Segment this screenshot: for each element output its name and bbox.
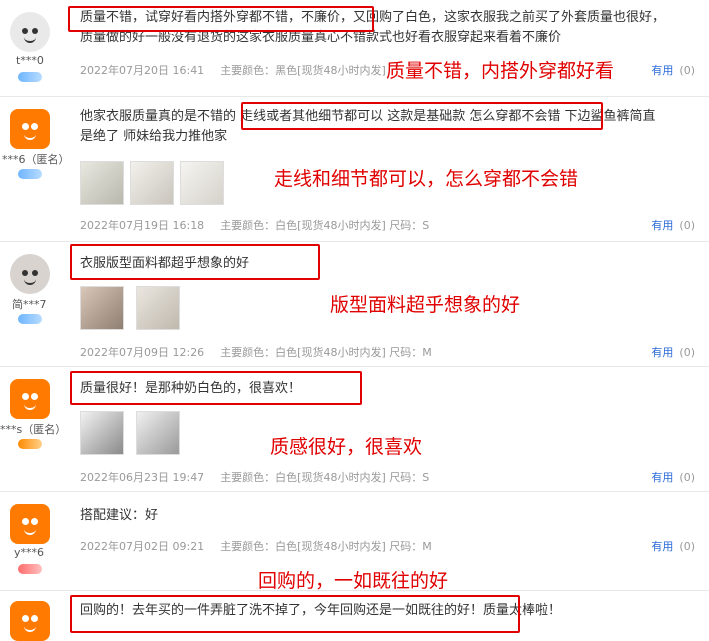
review-photo[interactable] — [130, 161, 174, 205]
purchase-spec: 主要颜色：白色[现货48小时内发] 尺码：M — [220, 540, 432, 553]
purchase-spec: 主要颜色：白色[现货48小时内发] 尺码：S — [220, 471, 430, 484]
annotation-text: 回购的，一如既往的好 — [258, 570, 449, 592]
purchase-spec: 主要颜色：黑色[现货48小时内发] — [220, 64, 386, 77]
highlight-box — [241, 102, 603, 130]
review-meta: 2022年07月02日 09:21 主要颜色：白色[现货48小时内发] 尺码：M — [80, 538, 448, 554]
member-level-icon — [18, 564, 42, 574]
review-date: 2022年06月23日 19:47 — [80, 471, 205, 484]
member-level-icon — [18, 314, 42, 324]
review-date: 2022年07月02日 09:21 — [80, 540, 205, 553]
review-date: 2022年07月20日 16:41 — [80, 64, 205, 77]
username[interactable]: 简***7 — [12, 296, 47, 312]
highlight-box — [70, 244, 320, 280]
review-date: 2022年07月19日 16:18 — [80, 219, 205, 232]
user-avatar[interactable] — [10, 254, 50, 294]
review-photo[interactable] — [80, 161, 124, 205]
user-avatar[interactable] — [10, 601, 50, 641]
user-avatar[interactable] — [10, 379, 50, 419]
username[interactable]: ***6（匿名） — [2, 151, 70, 167]
review-meta: 2022年06月23日 19:47 主要颜色：白色[现货48小时内发] 尺码：S — [80, 469, 445, 485]
useful-button[interactable]: 有用 (0) — [651, 62, 695, 78]
useful-button[interactable]: 有用 (0) — [651, 469, 695, 485]
review-text: 搭配建议：好 — [80, 508, 159, 523]
member-level-icon — [18, 72, 42, 82]
useful-button[interactable]: 有用 (0) — [651, 217, 695, 233]
review-photo[interactable] — [180, 161, 224, 205]
review-meta: 2022年07月20日 16:41 主要颜色：黑色[现货48小时内发] — [80, 62, 402, 78]
highlight-box — [68, 6, 374, 32]
review-meta: 2022年07月19日 16:18 主要颜色：白色[现货48小时内发] 尺码：S — [80, 217, 445, 233]
username[interactable]: t***0 — [16, 54, 44, 67]
review-photo[interactable] — [136, 411, 180, 455]
purchase-spec: 主要颜色：白色[现货48小时内发] 尺码：M — [220, 346, 432, 359]
username[interactable]: y***6 — [14, 546, 44, 559]
highlight-box — [70, 371, 362, 405]
member-level-icon — [18, 169, 42, 179]
user-avatar[interactable] — [10, 12, 50, 52]
annotation-text: 质量不错，内搭外穿都好看 — [386, 60, 615, 82]
review-meta: 2022年07月09日 12:26 主要颜色：白色[现货48小时内发] 尺码：M — [80, 344, 448, 360]
annotation-text: 走线和细节都可以，怎么穿都不会错 — [274, 168, 579, 190]
review-date: 2022年07月09日 12:26 — [80, 346, 205, 359]
member-level-icon — [18, 439, 42, 449]
highlight-box — [70, 595, 520, 633]
annotation-text: 质感很好，很喜欢 — [270, 436, 423, 458]
review-photo[interactable] — [80, 286, 124, 330]
user-avatar[interactable] — [10, 504, 50, 544]
annotation-text: 版型面料超乎想象的好 — [330, 294, 521, 316]
purchase-spec: 主要颜色：白色[现货48小时内发] 尺码：S — [220, 219, 430, 232]
useful-button[interactable]: 有用 (0) — [651, 538, 695, 554]
user-avatar[interactable] — [10, 109, 50, 149]
review-photo[interactable] — [80, 411, 124, 455]
username[interactable]: ***s（匿名） — [0, 421, 66, 437]
review-photo[interactable] — [136, 286, 180, 330]
useful-button[interactable]: 有用 (0) — [651, 344, 695, 360]
review-text: 是绝了 师妹给我力推他家 — [80, 129, 228, 144]
